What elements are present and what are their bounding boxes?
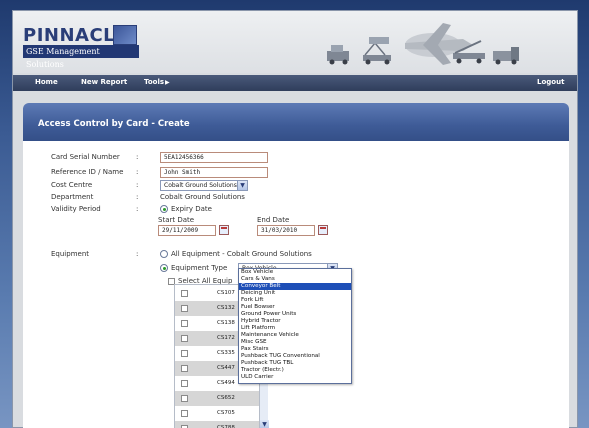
- reference-label: Reference ID / Name: [51, 168, 124, 176]
- airport-vehicles-icon: [327, 23, 519, 65]
- reference-input[interactable]: John Smith: [160, 167, 268, 178]
- equipment-type-option[interactable]: Fuel Bowser: [239, 304, 351, 311]
- equipment-row-checkbox[interactable]: [181, 290, 188, 297]
- equipment-row-checkbox[interactable]: [181, 410, 188, 417]
- equipment-row-checkbox[interactable]: [181, 365, 188, 372]
- cost-centre-select[interactable]: Cobalt Ground Solutions ▼: [160, 180, 248, 191]
- nav-tools[interactable]: Tools: [144, 78, 164, 86]
- cost-centre-label: Cost Centre: [51, 181, 93, 189]
- validity-label: Validity Period: [51, 205, 101, 213]
- cost-centre-value: Cobalt Ground Solutions: [164, 182, 237, 189]
- chevron-down-icon[interactable]: ▼: [237, 181, 247, 190]
- expiry-radio[interactable]: [160, 205, 168, 213]
- all-equipment-radio[interactable]: [160, 250, 168, 258]
- equipment-type-label: Equipment Type: [171, 264, 228, 272]
- equipment-type-option[interactable]: Fork Lift: [239, 297, 351, 304]
- end-date-input[interactable]: 31/03/2010: [257, 225, 315, 236]
- colon: :: [136, 193, 139, 201]
- start-date-input[interactable]: 29/11/2009: [158, 225, 216, 236]
- equipment-row-checkbox[interactable]: [181, 305, 188, 312]
- equipment-row-code: CS132: [217, 305, 235, 311]
- equipment-row-checkbox[interactable]: [181, 320, 188, 327]
- header: PINNACLE GSE Management Solutions: [13, 11, 577, 73]
- equipment-row-code: CS335: [217, 350, 235, 356]
- equipment-label: Equipment: [51, 250, 89, 258]
- calendar-icon[interactable]: [318, 225, 328, 235]
- equipment-type-option[interactable]: Conveyor Belt: [239, 283, 351, 290]
- equipment-row-checkbox[interactable]: [181, 395, 188, 402]
- equipment-type-radio[interactable]: [160, 264, 168, 272]
- equipment-type-option[interactable]: Maintenance Vehicle: [239, 332, 351, 339]
- equipment-type-option[interactable]: Pax Stairs: [239, 346, 351, 353]
- equipment-type-option[interactable]: Tractor (Electr.): [239, 367, 351, 374]
- expiry-label: Expiry Date: [171, 205, 212, 213]
- equipment-row[interactable]: CS788: [175, 421, 267, 428]
- nav-home[interactable]: Home: [35, 78, 58, 86]
- equipment-row-checkbox[interactable]: [181, 335, 188, 342]
- equipment-row-code: CS172: [217, 335, 235, 341]
- card-serial-label: Card Serial Number: [51, 153, 120, 161]
- equipment-row-code: CS107: [217, 290, 235, 296]
- department-label: Department: [51, 193, 94, 201]
- equipment-type-option[interactable]: Cars & Vans: [239, 276, 351, 283]
- colon: :: [136, 250, 139, 258]
- all-equipment-label: All Equipment - Cobalt Ground Solutions: [171, 250, 312, 258]
- equipment-row-code: CS705: [217, 410, 235, 416]
- section-header: Access Control by Card - Create: [23, 103, 569, 141]
- card-serial-input[interactable]: 5EA12456366: [160, 152, 268, 163]
- app-frame: PINNACLE GSE Management Solutions Home N…: [12, 10, 578, 428]
- equipment-row[interactable]: CS652: [175, 391, 267, 406]
- equipment-row-checkbox[interactable]: [181, 350, 188, 357]
- scroll-down-icon[interactable]: ▼: [260, 420, 269, 428]
- equipment-type-option[interactable]: Pushback TUG Conventional: [239, 353, 351, 360]
- section-title: Access Control by Card - Create: [38, 119, 190, 129]
- brand-tagline: GSE Management Solutions: [23, 45, 139, 69]
- department-value: Cobalt Ground Solutions: [160, 193, 245, 201]
- colon: :: [136, 181, 139, 189]
- form-panel: Card Serial Number : 5EA12456366 Referen…: [23, 141, 569, 428]
- nav-logout[interactable]: Logout: [537, 78, 564, 86]
- brand-logo-icon: [113, 25, 137, 45]
- nav-new-report[interactable]: New Report: [81, 78, 127, 86]
- equipment-type-option[interactable]: Pushback TUG TBL: [239, 360, 351, 367]
- equipment-type-option[interactable]: ULD Carrier: [239, 374, 351, 381]
- equipment-row-code: CS138: [217, 320, 235, 326]
- equipment-type-option[interactable]: Ground Power Units: [239, 311, 351, 318]
- equipment-type-option[interactable]: Misc GSE: [239, 339, 351, 346]
- equipment-type-option[interactable]: Hybrid Tractor: [239, 318, 351, 325]
- calendar-icon[interactable]: [219, 225, 229, 235]
- equipment-type-option[interactable]: Box Vehicle: [239, 269, 351, 276]
- equipment-type-option[interactable]: Deicing Unit: [239, 290, 351, 297]
- end-date-label: End Date: [257, 216, 290, 224]
- equipment-row-code: CS447: [217, 365, 235, 371]
- equipment-type-dropdown[interactable]: Box Vehicle Cars & Vans Conveyor Belt Deici…: [238, 268, 352, 384]
- start-date-label: Start Date: [158, 216, 195, 224]
- main-nav: Home New Report Tools ▶ Logout: [13, 75, 577, 91]
- tools-arrow-icon: ▶: [165, 79, 170, 86]
- equipment-row-code: CS652: [217, 395, 235, 401]
- colon: :: [136, 205, 139, 213]
- colon: :: [136, 168, 139, 176]
- colon: :: [136, 153, 139, 161]
- equipment-row[interactable]: CS705: [175, 406, 267, 421]
- equipment-type-option[interactable]: Lift Platform: [239, 325, 351, 332]
- equipment-row-checkbox[interactable]: [181, 380, 188, 387]
- equipment-row-code: CS494: [217, 380, 235, 386]
